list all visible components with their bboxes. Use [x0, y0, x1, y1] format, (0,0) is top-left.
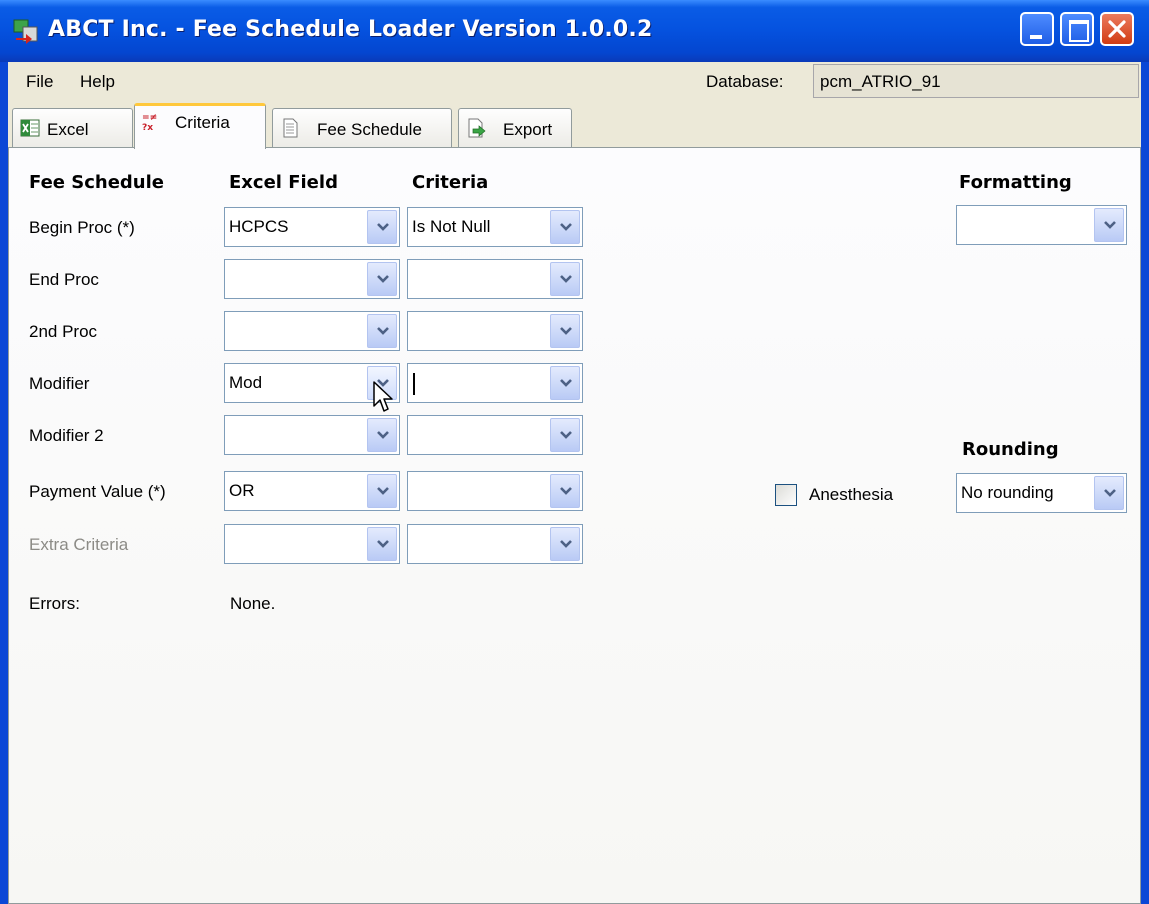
- chevron-down-icon: [560, 540, 572, 548]
- criteria-select-extra-criteria[interactable]: [407, 524, 583, 564]
- chevron-down-icon: [377, 487, 389, 495]
- chevron-down-icon: [377, 540, 389, 548]
- close-button[interactable]: [1100, 12, 1134, 46]
- dropdown-button[interactable]: [1094, 476, 1124, 510]
- database-label: Database:: [706, 72, 784, 91]
- svg-text:?x: ?x: [142, 123, 153, 132]
- tab-excel[interactable]: Excel: [12, 108, 133, 148]
- chevron-down-icon: [1104, 221, 1116, 229]
- dropdown-button[interactable]: [550, 210, 580, 244]
- criteria-header: Criteria: [412, 172, 489, 193]
- row-label-begin-proc: Begin Proc (*): [29, 218, 135, 237]
- dropdown-button[interactable]: [550, 418, 580, 452]
- dropdown-button[interactable]: [550, 366, 580, 400]
- chevron-down-icon: [1104, 489, 1116, 497]
- excel-field-header: Excel Field: [229, 172, 338, 193]
- rounding-header: Rounding: [962, 439, 1059, 460]
- chevron-down-icon: [560, 379, 572, 387]
- dropdown-button[interactable]: [367, 314, 397, 348]
- tab-label: Criteria: [175, 113, 230, 132]
- export-icon: [468, 118, 486, 138]
- row-label-modifier-2: Modifier 2: [29, 426, 104, 445]
- dropdown-button[interactable]: [367, 210, 397, 244]
- excel-field-select-modifier-2[interactable]: [224, 415, 400, 455]
- row-label-extra-criteria: Extra Criteria: [29, 535, 129, 554]
- criteria-select-payment-value[interactable]: [407, 471, 583, 511]
- mouse-pointer-icon: [373, 381, 393, 412]
- excel-icon: [20, 119, 40, 137]
- minimize-button[interactable]: [1020, 12, 1054, 46]
- text-caret: [413, 373, 415, 395]
- rounding-select[interactable]: No rounding: [956, 473, 1127, 513]
- fee-schedule-header: Fee Schedule: [29, 172, 164, 193]
- dropdown-button[interactable]: [367, 418, 397, 452]
- chevron-down-icon: [377, 431, 389, 439]
- dropdown-button[interactable]: [550, 314, 580, 348]
- excel-field-select-end-proc[interactable]: [224, 259, 400, 299]
- combo-value: Is Not Null: [412, 217, 491, 236]
- chevron-down-icon: [377, 327, 389, 335]
- chevron-down-icon: [560, 275, 572, 283]
- chevron-down-icon: [560, 431, 572, 439]
- errors-value: None.: [230, 594, 276, 613]
- row-label-2nd-proc: 2nd Proc: [29, 322, 98, 341]
- excel-field-select-begin-proc[interactable]: HCPCS: [224, 207, 400, 247]
- tab-strip: Excel =≠ ?x Criteria Fee Schedule Export: [8, 100, 1141, 149]
- criteria-select-2nd-proc[interactable]: [407, 311, 583, 351]
- tab-label: Excel: [47, 120, 89, 139]
- menu-file[interactable]: File: [26, 72, 53, 92]
- chevron-down-icon: [560, 327, 572, 335]
- dropdown-button[interactable]: [1094, 208, 1124, 242]
- combo-value: OR: [229, 481, 255, 500]
- chevron-down-icon: [560, 487, 572, 495]
- criteria-icon: =≠ ?x: [142, 113, 157, 132]
- combo-value: Mod: [229, 373, 263, 392]
- criteria-select-modifier[interactable]: [407, 363, 583, 403]
- svg-text:=≠: =≠: [142, 113, 157, 123]
- chevron-down-icon: [377, 223, 389, 231]
- tab-criteria[interactable]: =≠ ?x Criteria: [134, 103, 266, 149]
- tab-label: Fee Schedule: [317, 120, 422, 139]
- tab-export[interactable]: Export: [458, 108, 572, 148]
- criteria-select-end-proc[interactable]: [407, 259, 583, 299]
- dropdown-button[interactable]: [550, 527, 580, 561]
- criteria-select-modifier-2[interactable]: [407, 415, 583, 455]
- excel-field-select-payment-value[interactable]: OR: [224, 471, 400, 511]
- maximize-button[interactable]: [1060, 12, 1094, 46]
- window-title: ABCT Inc. - Fee Schedule Loader Version …: [48, 17, 653, 42]
- menu-bar: File Help Database: pcm_ATRIO_91: [8, 62, 1141, 100]
- dropdown-button[interactable]: [367, 262, 397, 296]
- app-icon: [13, 19, 38, 44]
- combo-value: No rounding: [961, 483, 1054, 502]
- anesthesia-label: Anesthesia: [809, 485, 894, 504]
- excel-field-select-2nd-proc[interactable]: [224, 311, 400, 351]
- criteria-select-begin-proc[interactable]: Is Not Null: [407, 207, 583, 247]
- tab-label: Export: [503, 120, 553, 139]
- dropdown-button[interactable]: [550, 262, 580, 296]
- errors-label: Errors:: [29, 594, 80, 613]
- formatting-header: Formatting: [959, 172, 1072, 193]
- database-field: pcm_ATRIO_91: [813, 64, 1139, 98]
- row-label-end-proc: End Proc: [29, 270, 99, 289]
- row-label-modifier: Modifier: [29, 374, 90, 393]
- formatting-select[interactable]: [956, 205, 1127, 245]
- tab-fee-schedule[interactable]: Fee Schedule: [272, 108, 452, 148]
- chevron-down-icon: [560, 223, 572, 231]
- combo-value: HCPCS: [229, 217, 289, 236]
- dropdown-button[interactable]: [367, 527, 397, 561]
- app-window: ABCT Inc. - Fee Schedule Loader Version …: [0, 0, 1149, 904]
- document-icon: [283, 118, 298, 138]
- chevron-down-icon: [377, 275, 389, 283]
- criteria-panel: Fee Schedule Excel Field Criteria Format…: [8, 147, 1141, 904]
- dropdown-button[interactable]: [367, 474, 397, 508]
- title-bar[interactable]: ABCT Inc. - Fee Schedule Loader Version …: [0, 0, 1149, 62]
- dropdown-button[interactable]: [550, 474, 580, 508]
- anesthesia-checkbox[interactable]: [775, 484, 797, 506]
- menu-help[interactable]: Help: [80, 72, 115, 92]
- close-icon: [1108, 20, 1126, 38]
- excel-field-select-extra-criteria[interactable]: [224, 524, 400, 564]
- client-area: File Help Database: pcm_ATRIO_91 Excel =…: [8, 62, 1141, 904]
- row-label-payment-value: Payment Value (*): [29, 482, 166, 501]
